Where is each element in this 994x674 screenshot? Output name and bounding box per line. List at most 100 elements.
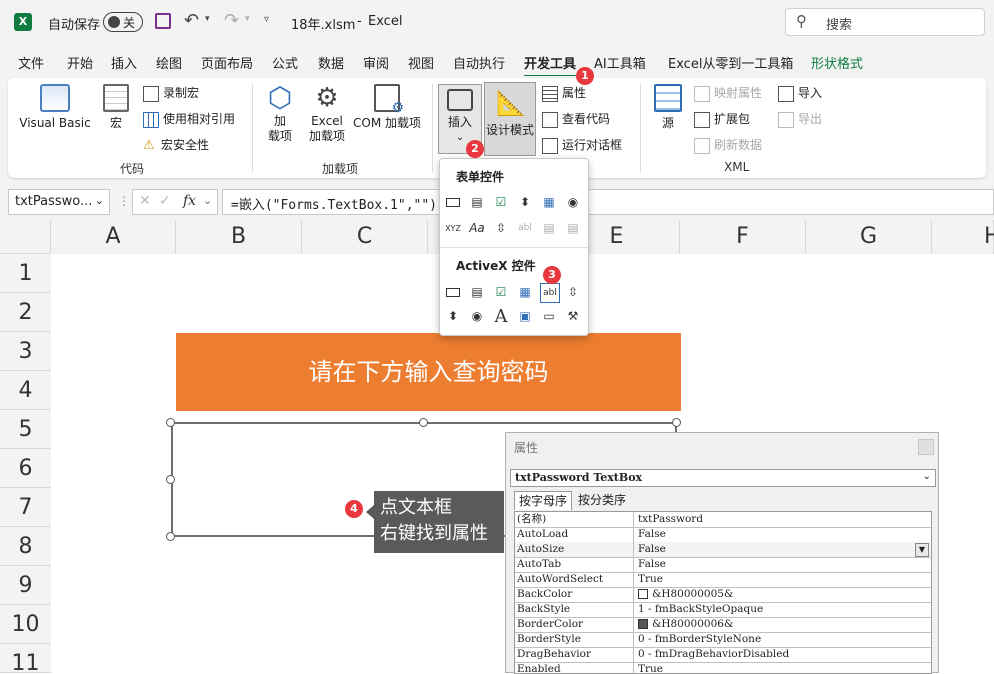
activex-toggle-button-icon[interactable]: ▭ — [540, 307, 558, 325]
property-value[interactable]: 0 - fmBorderStyleNone — [633, 632, 931, 647]
run-dialog-button[interactable]: 运行对话框 — [542, 136, 622, 154]
resize-handle[interactable] — [419, 418, 428, 427]
row-header-2[interactable]: 2 — [0, 293, 51, 332]
macros-button[interactable]: 宏 — [96, 84, 136, 131]
column-header-f[interactable]: F — [680, 220, 806, 254]
properties-button[interactable]: 属性 — [542, 84, 586, 102]
tab-file[interactable]: 文件 — [18, 53, 44, 72]
property-value[interactable]: 0 - fmDragBehaviorDisabled — [633, 647, 931, 662]
title-banner[interactable]: 请在下方输入查询密码 — [176, 333, 681, 411]
combo-drop-edit-icon[interactable]: ▤ — [564, 219, 582, 237]
property-value[interactable]: False — [633, 527, 931, 542]
combo-list-edit-icon[interactable]: ▤ — [540, 219, 558, 237]
map-properties-button[interactable]: 映射属性 — [694, 84, 762, 102]
command-button-control-icon[interactable] — [444, 283, 462, 301]
row-header-10[interactable]: 10 — [0, 605, 51, 644]
row-header-11[interactable]: 11 — [0, 644, 51, 673]
column-header-a[interactable]: A — [51, 220, 176, 254]
refresh-data-button[interactable]: 刷新数据 — [694, 136, 762, 154]
redo-dropdown-icon[interactable]: ▾ — [245, 14, 250, 24]
tab-shape-format[interactable]: 形状格式 — [811, 53, 863, 72]
redo-icon[interactable]: ↷ — [224, 10, 239, 31]
option-button-control-icon[interactable]: ◉ — [564, 193, 582, 211]
activex-label-icon[interactable]: A — [492, 306, 510, 327]
column-header-h[interactable]: H — [932, 220, 994, 254]
select-all-corner[interactable] — [0, 220, 51, 254]
export-button[interactable]: 导出 — [778, 110, 822, 128]
table-row[interactable]: AutoWordSelect True — [515, 572, 931, 588]
activex-spin-button-icon[interactable]: ⬍ — [444, 307, 462, 325]
dropdown-arrow-icon[interactable]: ▼ — [915, 543, 929, 557]
activex-scroll-bar-icon[interactable]: ⇳ — [564, 283, 582, 301]
save-icon[interactable] — [155, 13, 171, 29]
resize-handle[interactable] — [166, 532, 175, 541]
spin-button-control-icon[interactable]: ⬍ — [516, 193, 534, 211]
label-control-icon[interactable]: Aa — [468, 219, 486, 237]
table-row[interactable]: (名称) txtPassword — [515, 512, 931, 528]
checkbox-control-icon[interactable]: ☑ — [492, 193, 510, 211]
group-box-control-icon[interactable]: XYZ — [444, 219, 462, 237]
activex-textbox-icon[interactable]: abl — [540, 283, 560, 303]
tab-developer[interactable]: 开发工具 — [524, 53, 577, 78]
com-addins-button[interactable]: ⚙ COM 加载项 — [350, 84, 424, 131]
activex-image-icon[interactable]: ▣ — [516, 307, 534, 325]
cancel-icon[interactable]: ✕ — [139, 193, 151, 209]
table-row[interactable]: AutoTab False — [515, 557, 931, 573]
scroll-bar-control-icon[interactable]: ⇳ — [492, 219, 510, 237]
row-header-1[interactable]: 1 — [0, 254, 51, 293]
tab-view[interactable]: 视图 — [408, 53, 434, 72]
import-button[interactable]: 导入 — [778, 84, 822, 102]
xml-source-button[interactable]: 源 — [648, 84, 688, 131]
list-box-control-icon[interactable]: ▦ — [540, 193, 558, 211]
activex-checkbox-icon[interactable]: ☑ — [492, 283, 510, 301]
tab-review[interactable]: 审阅 — [363, 53, 389, 72]
property-value-color[interactable]: &H80000005& — [633, 587, 931, 602]
chevron-down-icon[interactable]: ⌄ — [203, 194, 212, 207]
customize-qat-icon[interactable]: ▿ — [264, 14, 269, 25]
property-value-color[interactable]: &H80000006& — [633, 617, 931, 632]
name-box[interactable]: txtPasswo... ⌄ — [8, 189, 110, 215]
activex-list-box-icon[interactable]: ▦ — [516, 283, 534, 301]
property-value[interactable]: txtPassword — [633, 512, 931, 527]
row-header-8[interactable]: 8 — [0, 527, 51, 566]
property-value[interactable]: True — [633, 572, 931, 587]
tab-formulas[interactable]: 公式 — [272, 53, 298, 72]
tab-data[interactable]: 数据 — [318, 53, 344, 72]
row-header-7[interactable]: 7 — [0, 488, 51, 527]
formula-input[interactable]: =嵌入("Forms.TextBox.1","") — [222, 189, 994, 215]
more-options-icon[interactable]: ⋮ — [118, 194, 130, 208]
tab-excel-toolbox[interactable]: Excel从零到一工具箱 — [668, 53, 793, 72]
visual-basic-button[interactable]: Visual Basic — [18, 84, 92, 131]
row-header-9[interactable]: 9 — [0, 566, 51, 605]
table-row[interactable]: BorderColor &H80000006& — [515, 617, 931, 633]
column-header-c[interactable]: C — [302, 220, 428, 254]
enter-icon[interactable]: ✓ — [159, 193, 171, 209]
tab-categorized[interactable]: 按分类序 — [574, 491, 630, 509]
property-value[interactable]: True — [633, 662, 931, 673]
activex-combo-box-icon[interactable]: ▤ — [468, 283, 486, 301]
undo-icon[interactable]: ↶ — [184, 10, 199, 31]
tab-page-layout[interactable]: 页面布局 — [201, 53, 253, 72]
macro-security-button[interactable]: ⚠ 宏安全性 — [143, 136, 209, 154]
excel-addins-button[interactable]: ⚙ Excel 加载项 — [304, 84, 350, 144]
text-field-control-icon[interactable]: abl — [516, 219, 534, 237]
column-header-g[interactable]: G — [806, 220, 932, 254]
expansion-pack-button[interactable]: 扩展包 — [694, 110, 750, 128]
column-header-b[interactable]: B — [176, 220, 302, 254]
tab-insert[interactable]: 插入 — [111, 53, 137, 72]
autosave-toggle[interactable]: 关 — [103, 12, 143, 32]
activex-option-button-icon[interactable]: ◉ — [468, 307, 486, 325]
design-mode-button[interactable]: 📐 设计模式 — [484, 82, 536, 156]
tab-home[interactable]: 开始 — [67, 53, 93, 72]
resize-handle[interactable] — [672, 418, 681, 427]
search-box[interactable]: ⚲ 搜索 — [785, 8, 985, 36]
row-header-6[interactable]: 6 — [0, 449, 51, 488]
table-row[interactable]: AutoLoad False — [515, 527, 931, 543]
insert-function-icon[interactable]: fx — [183, 193, 196, 209]
table-row[interactable]: BackColor &H80000005& — [515, 587, 931, 603]
addins-button[interactable]: ⬡ 加 载项 — [260, 84, 300, 144]
table-row[interactable]: DragBehavior 0 - fmDragBehaviorDisabled — [515, 647, 931, 663]
resize-handle[interactable] — [166, 475, 175, 484]
tab-automate[interactable]: 自动执行 — [453, 53, 505, 72]
button-control-icon[interactable] — [444, 193, 462, 211]
